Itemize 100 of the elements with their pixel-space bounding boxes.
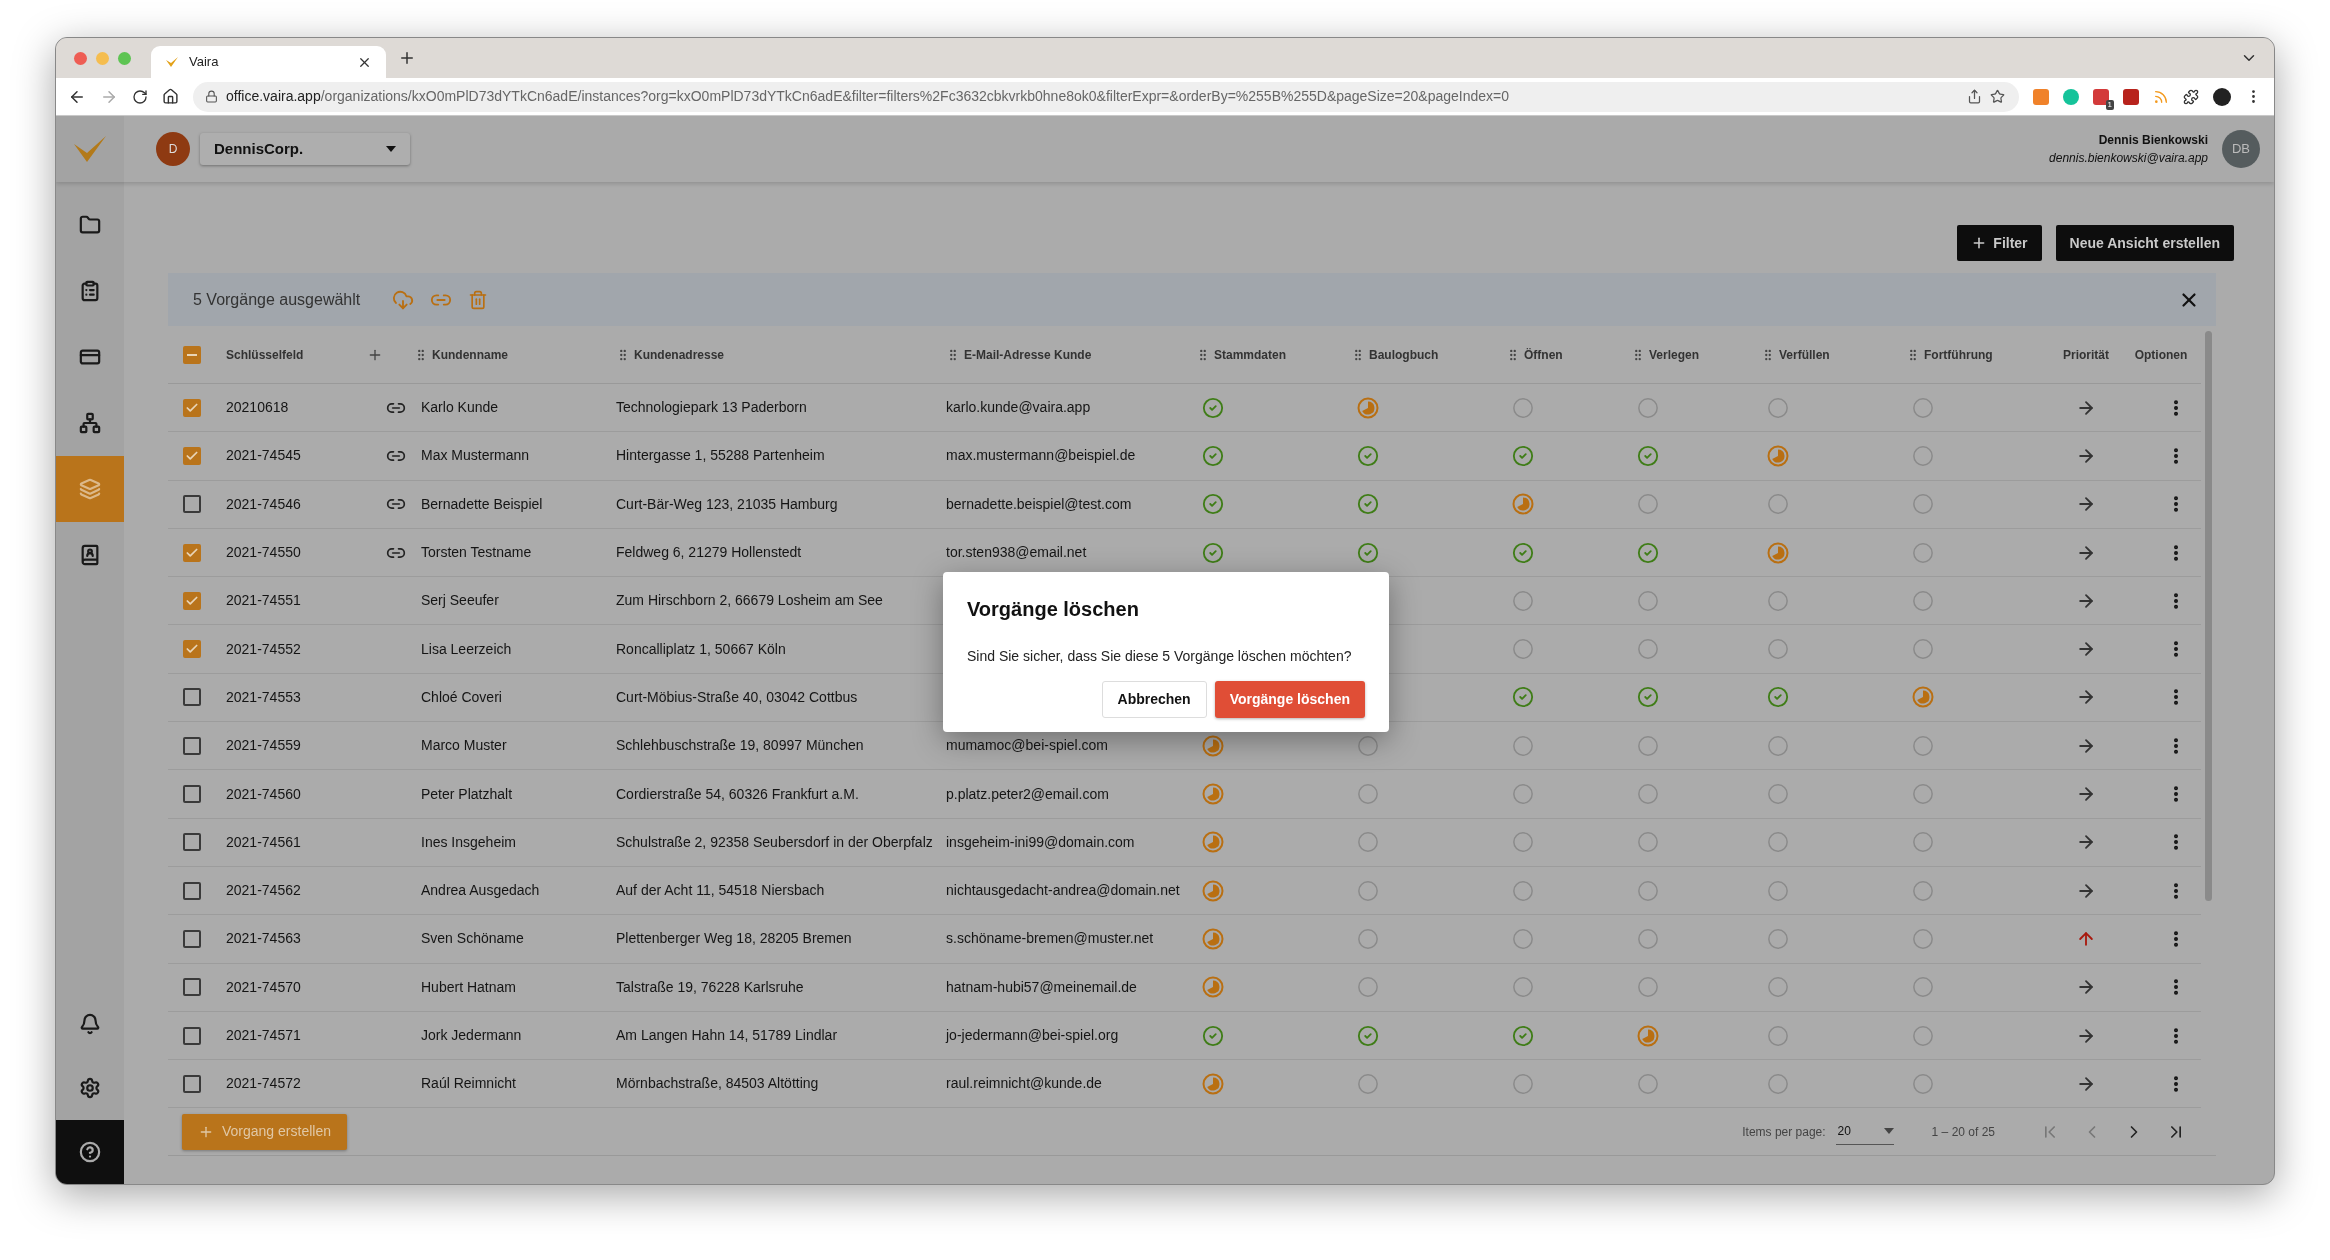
reload-icon[interactable] <box>132 88 148 105</box>
table-cell-text: Roncalliplatz 1, 50667 Köln <box>615 639 787 659</box>
items-per-page-select[interactable]: 20 <box>1835 1118 1894 1145</box>
column-header[interactable]: Stammdaten <box>1214 345 1287 364</box>
table-row[interactable]: 20210618 Karlo Kunde Technologiepark 13 Paderborn karlo.kunde@vaira.app <box>168 384 2201 433</box>
table-cell-text: 2021-74545 <box>225 446 302 466</box>
table-cell: tor.sten938@email.net <box>946 544 1087 561</box>
hierarchy-icon <box>79 412 101 434</box>
column-header[interactable]: Verlegen <box>1649 345 1700 364</box>
checkbox[interactable] <box>183 688 201 707</box>
table-cell-text: 2021-74546 <box>225 494 302 514</box>
checkbox[interactable] <box>183 833 201 852</box>
profile-avatar[interactable] <box>2213 87 2231 106</box>
user-avatar[interactable]: DB <box>2222 130 2260 168</box>
column-header[interactable]: Kundenname <box>432 345 508 364</box>
checkbox[interactable] <box>183 495 201 514</box>
checkbox[interactable] <box>183 543 201 562</box>
table-cell-text: Schlehbuschstraße 19, 80997 München <box>615 736 865 756</box>
table-cell-text: 2021-74570 <box>225 977 302 997</box>
table-cell-text: Sven Schöname <box>420 929 525 949</box>
column-header[interactable]: E-Mail-Adresse Kunde <box>964 345 1092 364</box>
table-cell-text: Karlo Kunde <box>420 398 500 418</box>
table-cell-text: Zum Hirschborn 2, 66679 Losheim am See <box>615 591 884 611</box>
table-cell-text: Schulstraße 2, 92358 Seubersdorf in der Oberpfalz <box>615 832 934 852</box>
table-cell: mumamoc@bei-spiel.com <box>946 737 1109 754</box>
table-row[interactable]: 2021-74572 Raúl Reimnicht Mörnbachstraße, 84503 Altötting raul.reimnicht@kunde.de <box>168 1060 2201 1109</box>
checkbox[interactable] <box>183 881 201 900</box>
scrollbar-thumb[interactable] <box>2205 331 2212 901</box>
table-cell-text: Chloé Coveri <box>420 687 503 707</box>
column-header[interactable]: Optionen <box>2134 345 2188 364</box>
checkbox[interactable] <box>183 398 201 417</box>
lock-icon <box>205 90 218 103</box>
checkbox[interactable] <box>183 446 201 465</box>
extensions-icon[interactable] <box>2183 88 2199 105</box>
checkbox[interactable] <box>183 736 201 755</box>
table-cell-text: Feldweg 6, 21279 Hollenstedt <box>615 543 803 563</box>
column-header[interactable]: Priorität <box>2063 345 2109 364</box>
checkbox[interactable] <box>183 785 201 803</box>
checkbox[interactable] <box>183 640 201 659</box>
checkbox[interactable] <box>183 591 201 610</box>
table-cell-text: Am Langen Hahn 14, 51789 Lindlar <box>615 1026 839 1045</box>
delete-button[interactable]: Vorgänge löschen <box>1214 681 1365 718</box>
table-cell-text: Raúl Reimnicht <box>420 1074 517 1094</box>
column-header[interactable]: Kundenadresse <box>634 345 725 364</box>
new-tab-icon[interactable] <box>398 49 416 67</box>
settings-icon <box>79 1077 101 1099</box>
checkbox[interactable] <box>183 1074 201 1093</box>
tab-title: Vaira <box>189 53 220 72</box>
address-field[interactable]: office.vaira.app/organizations/kxO0mPlD73dYTkCn6adE/instances?org=kxO0mPlD73dYTkCn6adE&filter=filters%2Fc3632cbkvrkb0hne8ok0&filterExpr=&orderBy=%255B%255D&pageSize=20&pageIndex=0 <box>193 81 2019 112</box>
column-header[interactable]: Schlüsselfeld <box>226 345 304 364</box>
table-cell: raul.reimnicht@kunde.de <box>946 1075 1102 1092</box>
table-cell-text: 2021-74560 <box>225 784 302 804</box>
organization-select[interactable]: DennisCorp. <box>200 133 410 165</box>
org-avatar: D <box>156 132 190 166</box>
checkbox[interactable] <box>183 345 201 364</box>
sidebar-item[interactable] <box>56 1120 124 1184</box>
check-logo-icon <box>165 56 179 68</box>
table-cell-text: Bernadette Beispiel <box>420 494 544 514</box>
table-cell-text: 2021-74553 <box>225 687 302 707</box>
table-row[interactable]: 2021-74562 Andrea Ausgedach Auf der Acht 11, 54518 Niersbach nichtausgedacht-andrea@domain.net <box>168 866 2201 916</box>
cancel-button[interactable]: Abbrechen <box>1101 681 1207 718</box>
table-row[interactable]: 2021-74560 Peter Platzhalt Cordierstraße 54, 60326 Frankfurt a.M. p.platz.peter2@email.com <box>168 770 2201 819</box>
table-cell-text: Hubert Hatnam <box>420 977 517 997</box>
minus-icon <box>187 353 197 356</box>
column-header[interactable]: Öffnen <box>1524 345 1563 364</box>
table-cell: jo-jedermann@bei-spiel.org <box>946 1027 1119 1043</box>
share-icon[interactable] <box>1967 89 1982 104</box>
table-cell-text: 2021-74561 <box>225 832 302 852</box>
browser-tab[interactable]: Vaira <box>151 46 386 78</box>
items-per-page-label: Items per page: <box>1742 1123 1826 1141</box>
dialog-title: Vorgänge löschen <box>967 597 1140 622</box>
contacts-icon <box>79 544 101 566</box>
table-row[interactable]: 2021-74545 Max Mustermann Hintergasse 1, 55288 Partenheim max.mustermann@beispiel.de <box>168 432 2201 481</box>
table-row[interactable]: 2021-74546 Bernadette Beispiel Curt-Bär-Weg 123, 21035 Hamburg bernadette.beispiel@test.com <box>168 480 2201 529</box>
table-row[interactable]: 2021-74570 Hubert Hatnam Talstraße 19, 76228 Karlsruhe hatnam-hubi57@meinemail.de <box>168 963 2201 1012</box>
table-row[interactable]: 2021-74571 Jork Jedermann Am Langen Hahn 14, 51789 Lindlar jo-jedermann@bei-spiel.org <box>168 1011 2201 1061</box>
caret-icon <box>1883 1128 1894 1135</box>
bookmark-icon[interactable] <box>1990 89 2005 104</box>
table-cell-text: 2021-74551 <box>225 591 302 611</box>
table-cell: nichtausgedacht-andrea@domain.net <box>946 882 1180 899</box>
home-icon[interactable] <box>162 88 179 105</box>
clipboard-icon <box>79 280 101 302</box>
checkbox[interactable] <box>183 1026 201 1045</box>
column-header[interactable]: Fortführung <box>1924 345 1993 364</box>
table-row[interactable]: 2021-74563 Sven Schöname Plettenberger Weg 18, 28205 Bremen s.schöname-bremen@muster.net <box>168 915 2201 964</box>
filter-button[interactable]: Filter <box>1957 225 2042 261</box>
table-cell-text: Auf der Acht 11, 54518 Niersbach <box>615 881 826 901</box>
table-cell-text: 2021-74562 <box>225 881 302 901</box>
checkbox[interactable] <box>183 929 201 948</box>
table-cell-text: 2021-74572 <box>225 1074 302 1094</box>
table-row[interactable]: 2021-74561 Ines Insgeheim Schulstraße 2, 92358 Seubersdorf in der Oberpfalz insgeheim-ini99@domain.com <box>168 818 2201 867</box>
column-header[interactable]: Verfüllen <box>1779 345 1830 364</box>
extension-icon[interactable] <box>2093 88 2109 105</box>
column-header[interactable]: Baulogbuch <box>1369 345 1439 364</box>
extension-icon[interactable] <box>2123 88 2139 105</box>
checkbox[interactable] <box>183 978 201 997</box>
new-view-button[interactable]: Neue Ansicht erstellen <box>2055 225 2234 261</box>
caret-icon <box>386 146 396 152</box>
selection-count: 5 Vorgänge ausgewählt <box>193 289 361 310</box>
table-cell-text: Hintergasse 1, 55288 Partenheim <box>615 446 826 466</box>
